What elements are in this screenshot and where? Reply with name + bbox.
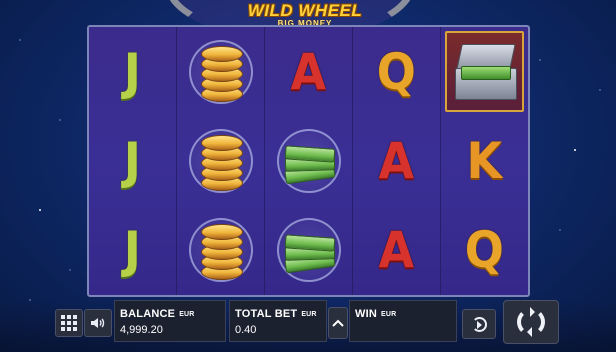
reel-cell: [177, 206, 264, 295]
symbol-a: A: [378, 221, 415, 280]
logo-title: WILD WHEEL: [247, 1, 363, 20]
spin-button[interactable]: [503, 300, 559, 344]
speaker-icon: [91, 318, 105, 328]
balance-value: 4,999.20: [120, 324, 163, 336]
win-panel: WIN EUR: [349, 300, 457, 342]
reel-cell: [441, 27, 528, 116]
symbol-k: K: [466, 131, 503, 190]
autoplay-button[interactable]: [462, 309, 496, 339]
reel-cell: [265, 206, 352, 295]
symbol-a: A: [378, 131, 415, 190]
money-case-symbol: [445, 31, 524, 113]
sound-button[interactable]: [84, 309, 112, 337]
symbol-j: J: [123, 221, 142, 280]
balance-panel: BALANCE EUR 4,999.20: [114, 300, 226, 342]
reel-2: [177, 27, 265, 295]
symbol-a: A: [290, 42, 327, 101]
total-bet-panel: TOTAL BET EUR 0.40: [229, 300, 327, 342]
reel-cell: J: [89, 206, 176, 295]
reel-1: JJJ: [89, 27, 177, 295]
total-bet-value: 0.40: [235, 324, 257, 336]
reel-cell: A: [265, 27, 352, 116]
autoplay-icon: [471, 316, 487, 332]
reel-cell: [265, 116, 352, 205]
reel-cell: Q: [441, 206, 528, 295]
reel-5: KQ: [441, 27, 528, 295]
balance-currency: EUR: [179, 311, 195, 318]
reel-cell: J: [89, 116, 176, 205]
reel-3: A: [265, 27, 353, 295]
balance-label: BALANCE: [120, 308, 176, 320]
reel-4: QAA: [353, 27, 441, 295]
symbol-j: J: [123, 42, 142, 101]
reel-cell: Q: [353, 27, 440, 116]
reel-cell: A: [353, 116, 440, 205]
coin-stack-icon: [196, 220, 246, 281]
symbol-q: Q: [376, 42, 417, 101]
briefcase-cash-icon: [453, 42, 517, 102]
coin-stack-icon: [196, 131, 246, 191]
win-label: WIN: [355, 308, 377, 320]
win-currency: EUR: [380, 311, 397, 318]
total-bet-label: TOTAL BET: [235, 308, 298, 320]
reel-cell: K: [441, 116, 528, 205]
reel-cell: J: [89, 27, 176, 116]
symbol-j: J: [123, 131, 142, 190]
menu-button[interactable]: [55, 309, 83, 337]
reel-cell: A: [353, 206, 440, 295]
grid-menu-icon: [61, 315, 77, 331]
reel-grid: JJJAQAAKQ: [87, 25, 530, 297]
spin-arrows-icon: [517, 307, 545, 337]
reel-cell: [177, 116, 264, 205]
coin-stack-icon: [196, 42, 246, 102]
chevron-up-icon: [332, 319, 344, 327]
symbol-q: Q: [464, 221, 505, 280]
cash-stack-icon: [281, 228, 337, 274]
cash-stack-icon: [281, 139, 337, 185]
total-bet-currency: EUR: [301, 311, 317, 318]
reel-cell: [177, 27, 264, 116]
bet-adjust-button[interactable]: [328, 307, 348, 339]
